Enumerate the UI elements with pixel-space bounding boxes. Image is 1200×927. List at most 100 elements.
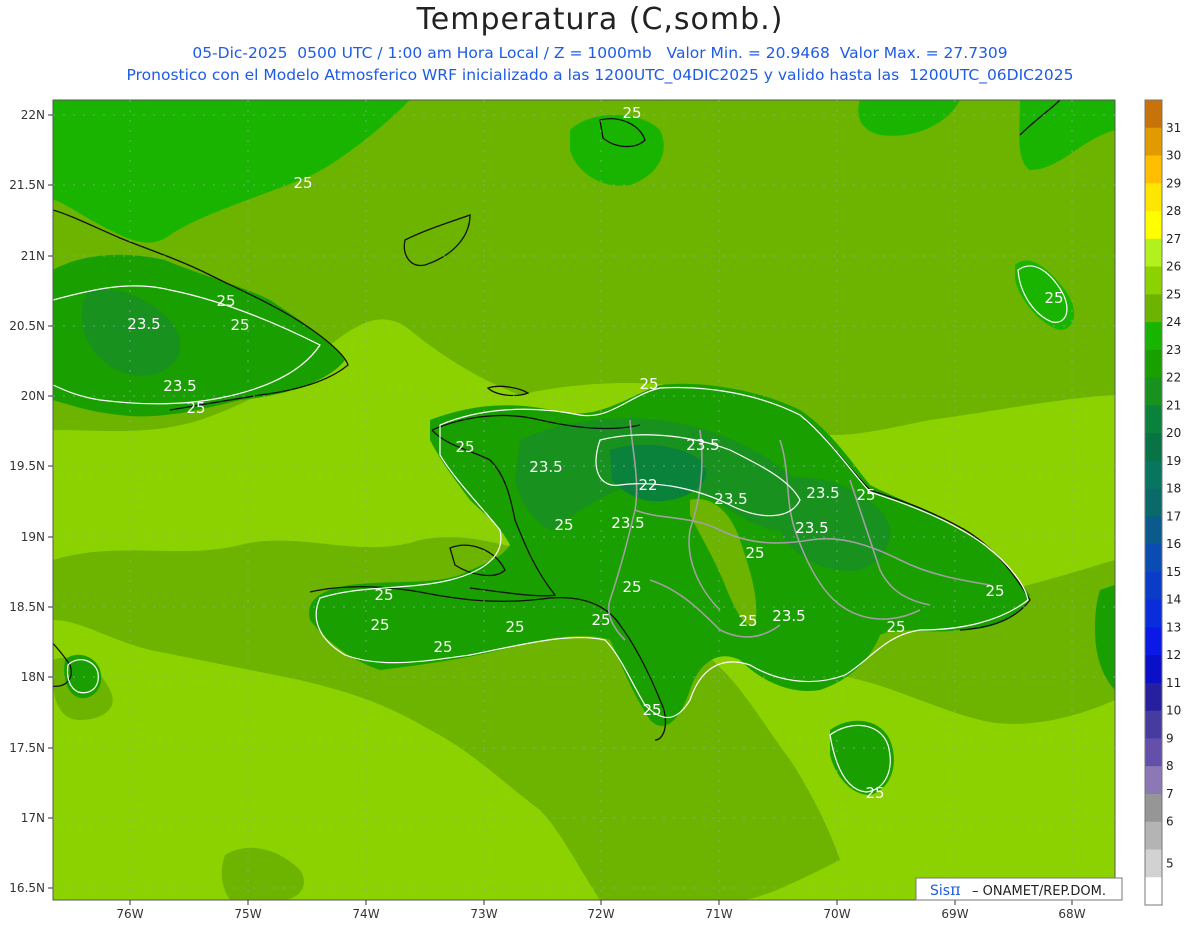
colorbar-swatch: [1145, 599, 1162, 628]
colorbar-swatch: [1145, 322, 1162, 351]
contour-label: 23.5: [772, 607, 805, 625]
lat-tick-label: 20N: [21, 389, 45, 403]
contour-label: 25: [738, 612, 757, 630]
colorbar-label: 18: [1166, 482, 1181, 496]
colorbar-label: 5: [1166, 856, 1174, 870]
contour-label: 25: [1044, 289, 1063, 307]
colorbar-label: 14: [1166, 593, 1181, 607]
colorbar-swatch: [1145, 821, 1162, 850]
colorbar-swatch: [1145, 710, 1162, 739]
colorbar-swatch: [1145, 544, 1162, 573]
colorbar-swatch: [1145, 294, 1162, 323]
colorbar-label: 15: [1166, 565, 1181, 579]
contour-label: 23.5: [806, 484, 839, 502]
colorbar-swatch: [1145, 377, 1162, 406]
colorbar-swatch: [1145, 183, 1162, 212]
contour-label: 25: [886, 618, 905, 636]
contour-label: 25: [370, 616, 389, 634]
lat-tick-label: 19N: [21, 530, 45, 544]
colorbar-swatch: [1145, 238, 1162, 268]
colorbar-label: 20: [1166, 426, 1181, 440]
chart-subtitle-model-run: Pronostico con el Modelo Atmosferico WRF…: [126, 66, 1074, 84]
contour-label: 23.5: [163, 377, 196, 395]
colorbar: 31 30 29 28 27 26 25 24 23 22 21 20 19 18 17 16 15 14 13 12…: [1144, 99, 1181, 906]
colorbar-label: 22: [1166, 371, 1181, 385]
contour-label: 25: [216, 292, 235, 310]
colorbar-swatch: [1145, 155, 1162, 184]
contour-label: 25: [186, 399, 205, 417]
contour-label: 25: [639, 375, 658, 393]
lon-tick-label: 75W: [234, 907, 261, 921]
colorbar-label: 6: [1166, 815, 1174, 829]
contour-label: 25: [230, 316, 249, 334]
contour-label: 23.5: [795, 519, 828, 537]
lon-tick-label: 74W: [352, 907, 379, 921]
colorbar-swatch: [1145, 766, 1162, 795]
contour-label: 25: [865, 784, 884, 802]
contour-label: 25: [985, 582, 1004, 600]
colorbar-label: 23: [1166, 343, 1181, 357]
colorbar-swatch: [1145, 100, 1162, 129]
contour-label: 25: [642, 701, 661, 719]
lon-tick-label: 71W: [705, 907, 732, 921]
lon-tick-label: 72W: [587, 907, 614, 921]
colorbar-swatch: [1145, 266, 1162, 295]
credit-box: Sisπ – ONAMET/REP.DOM.: [915, 877, 1123, 901]
colorbar-swatch: [1145, 127, 1162, 157]
colorbar-label: 11: [1166, 676, 1181, 690]
contour-label: 25: [856, 486, 875, 504]
contour-label: 23.5: [611, 514, 644, 532]
colorbar-label: 7: [1166, 787, 1174, 801]
credit-brand: Sisπ: [930, 880, 961, 899]
colorbar-label: 13: [1166, 620, 1181, 634]
colorbar-swatch: [1145, 349, 1162, 379]
colorbar-swatch: [1145, 488, 1162, 517]
colorbar-swatch: [1145, 211, 1162, 240]
colorbar-label: 24: [1166, 315, 1181, 329]
colorbar-label: 31: [1166, 121, 1181, 135]
lon-tick-label: 69W: [941, 907, 968, 921]
lat-tick-label: 18.5N: [9, 600, 45, 614]
lat-tick-label: 16.5N: [9, 881, 45, 895]
colorbar-label: 12: [1166, 648, 1181, 662]
lat-tick-label: 17N: [21, 811, 45, 825]
colorbar-label: 16: [1166, 537, 1181, 551]
contour-label: 25: [374, 586, 393, 604]
colorbar-label: 19: [1166, 454, 1181, 468]
colorbar-label: 27: [1166, 232, 1181, 246]
colorbar-swatch: [1145, 405, 1162, 434]
colorbar-label: 26: [1166, 260, 1181, 274]
lat-tick-label: 20.5N: [9, 319, 45, 333]
contour-label: 23.5: [686, 436, 719, 454]
lon-tick-label: 73W: [470, 907, 497, 921]
colorbar-label: 29: [1166, 176, 1181, 190]
colorbar-swatch: [1145, 655, 1162, 684]
contour-label: 25: [554, 516, 573, 534]
credit-text: – ONAMET/REP.DOM.: [972, 884, 1106, 899]
chart-subtitle-validity: 05-Dic-2025 0500 UTC / 1:00 am Hora Loca…: [192, 44, 1008, 62]
colorbar-swatch: [1145, 738, 1162, 767]
colorbar-swatch: [1145, 571, 1162, 601]
lat-tick-label: 21.5N: [9, 178, 45, 192]
colorbar-label: 21: [1166, 398, 1181, 412]
lat-tick-label: 21N: [21, 249, 45, 263]
chart-title: Temperatura (C,somb.): [416, 2, 784, 37]
lon-tick-label: 68W: [1058, 907, 1085, 921]
contour-label: 23.5: [529, 458, 562, 476]
colorbar-swatch: [1145, 460, 1162, 490]
lat-tick-label: 22N: [21, 108, 45, 122]
colorbar-swatch: [1145, 433, 1162, 462]
contour-label: 25: [455, 438, 474, 456]
colorbar-swatch: [1145, 793, 1162, 823]
contour-label: 23.5: [127, 315, 160, 333]
colorbar-label: 10: [1166, 704, 1181, 718]
contour-label: 25: [745, 544, 764, 562]
colorbar-label: 25: [1166, 287, 1181, 301]
contour-label: 25: [293, 174, 312, 192]
colorbar-swatch: [1145, 627, 1162, 656]
lat-tick-label: 17.5N: [9, 741, 45, 755]
colorbar-label: 9: [1166, 731, 1174, 745]
contour-label: 25: [622, 104, 641, 122]
colorbar-swatch: [1145, 849, 1162, 878]
contour-label: 25: [622, 578, 641, 596]
